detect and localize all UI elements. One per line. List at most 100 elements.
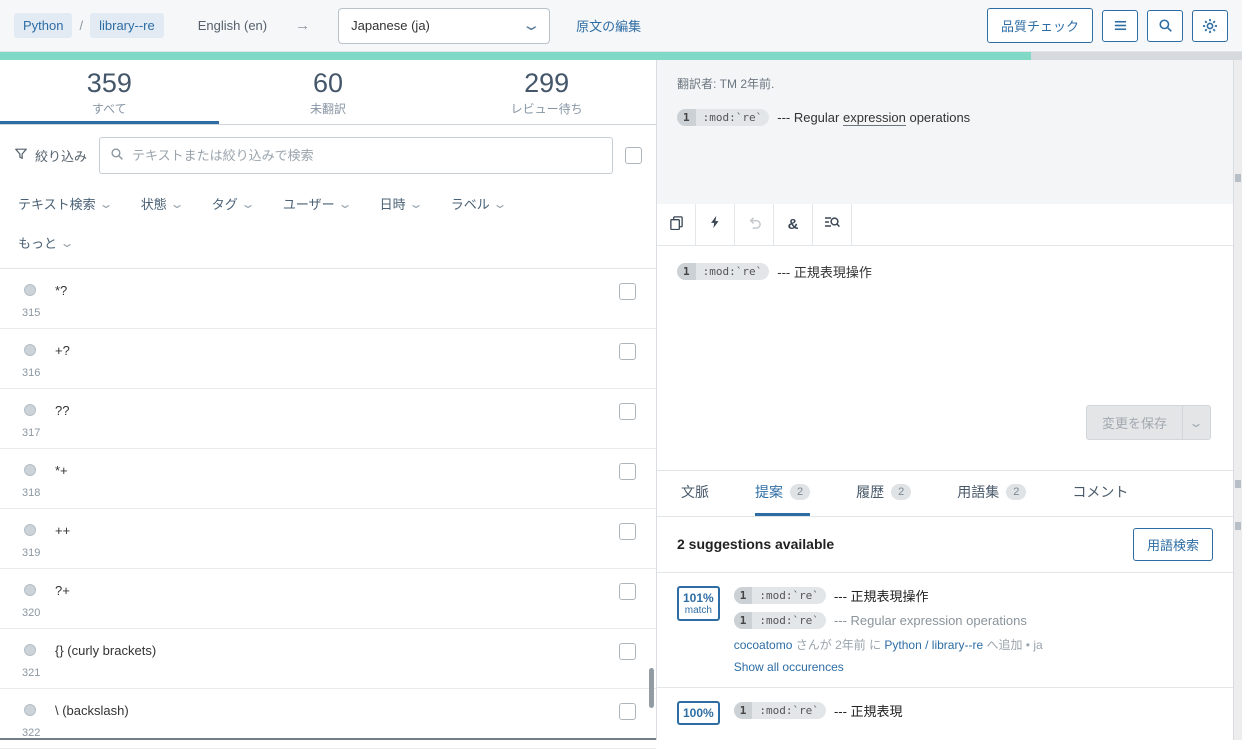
target-language-select[interactable]: Japanese (ja) ⌄ bbox=[338, 8, 550, 44]
tab-glossary[interactable]: 用語集 2 bbox=[957, 471, 1026, 516]
tab-untranslated[interactable]: 60 未翻訳 bbox=[219, 60, 438, 124]
tab-label: 文脈 bbox=[681, 482, 709, 502]
tab-context[interactable]: 文脈 bbox=[681, 471, 709, 516]
filter-button-label: 絞り込み bbox=[35, 146, 87, 165]
text-search-icon bbox=[824, 214, 840, 234]
string-id: 319 bbox=[22, 547, 40, 559]
string-checkbox[interactable] bbox=[619, 523, 636, 540]
bullet-icon: • bbox=[1026, 638, 1030, 652]
translation-editor[interactable]: 1 :mod:`re` --- 正規表現操作 変更を保存 ⌄ bbox=[657, 246, 1233, 471]
string-checkbox[interactable] bbox=[619, 703, 636, 720]
tab-count-badge: 2 bbox=[1006, 484, 1026, 500]
filter-status[interactable]: 状態 ⌄ bbox=[141, 190, 182, 217]
tab-waiting-review[interactable]: 299 レビュー待ち bbox=[437, 60, 656, 124]
undo-button[interactable] bbox=[735, 204, 774, 245]
string-checkbox[interactable] bbox=[619, 643, 636, 660]
suggestion-item[interactable]: 101% match 1 :mod:`re` --- 正規表現操作 1 :mod… bbox=[657, 572, 1233, 687]
breadcrumb-project[interactable]: Python bbox=[14, 13, 72, 38]
chevron-down-icon: ⌄ bbox=[337, 200, 352, 208]
gear-icon bbox=[1202, 18, 1218, 34]
filter-user[interactable]: ユーザー ⌄ bbox=[283, 190, 350, 217]
chevron-down-icon: ⌄ bbox=[240, 200, 255, 208]
tag-number: 1 bbox=[677, 109, 696, 126]
copy-icon bbox=[669, 215, 684, 234]
filter-label[interactable]: ラベル ⌄ bbox=[451, 190, 505, 217]
edit-source-link[interactable]: 原文の編集 bbox=[576, 16, 641, 35]
status-icon bbox=[24, 704, 36, 716]
editor-panel: 翻訳者: TM 2年前. 1 :mod:`re` --- Regular exp… bbox=[657, 60, 1233, 740]
string-id: 317 bbox=[22, 427, 40, 439]
string-checkbox[interactable] bbox=[619, 283, 636, 300]
source-text-post: operations bbox=[906, 110, 970, 125]
string-checkbox[interactable] bbox=[619, 403, 636, 420]
suggestion-body: 1 :mod:`re` --- 正規表現操作 1 :mod:`re` --- R… bbox=[734, 586, 1213, 674]
filter-text-search[interactable]: テキスト検索 ⌄ bbox=[18, 190, 111, 217]
search-icon bbox=[110, 147, 124, 164]
filter-button[interactable]: 絞り込み bbox=[14, 146, 87, 165]
scrollbar-mark bbox=[1235, 174, 1241, 182]
suggestion-meta: cocoatomo さんが 2年前 に Python / library--re… bbox=[734, 636, 1213, 653]
string-text: *+ bbox=[55, 463, 68, 478]
suggestions-header: 2 suggestions available 用語検索 bbox=[657, 517, 1233, 572]
suggestion-item[interactable]: 100% 1 :mod:`re` --- 正規表現 bbox=[657, 687, 1233, 740]
string-text: ++ bbox=[55, 523, 70, 538]
string-list-item[interactable]: ++ 319 bbox=[0, 509, 656, 569]
breadcrumb-separator: / bbox=[79, 18, 83, 33]
concordance-search-button[interactable] bbox=[813, 204, 852, 245]
suggestion-body: 1 :mod:`re` --- 正規表現 bbox=[734, 701, 1213, 727]
string-list-item[interactable]: *? 315 bbox=[0, 269, 656, 329]
filter-tag[interactable]: タグ ⌄ bbox=[212, 190, 253, 217]
filter-date[interactable]: 日時 ⌄ bbox=[380, 190, 421, 217]
list-scrollbar[interactable] bbox=[649, 668, 654, 708]
tab-history[interactable]: 履歴 2 bbox=[856, 471, 911, 516]
search-input[interactable] bbox=[132, 148, 602, 163]
editor-toolbar: & bbox=[657, 204, 1233, 246]
suggestion-target-text: --- 正規表現操作 bbox=[834, 586, 929, 605]
tab-comments[interactable]: コメント bbox=[1072, 471, 1128, 516]
show-occurrences-link[interactable]: Show all occurences bbox=[734, 660, 844, 674]
machine-translation-button[interactable] bbox=[696, 204, 735, 245]
suggestion-resource-link[interactable]: Python / library--re bbox=[884, 638, 983, 652]
string-list-item[interactable]: ?+ 320 bbox=[0, 569, 656, 629]
filter-tabs: 359 すべて 60 未翻訳 299 レビュー待ち bbox=[0, 60, 656, 125]
tag-number: 1 bbox=[677, 263, 696, 280]
filter-more-row: もっと ⌄ bbox=[0, 219, 656, 268]
search-button[interactable] bbox=[1147, 10, 1183, 42]
breadcrumb-resource[interactable]: library--re bbox=[90, 13, 164, 38]
settings-button[interactable] bbox=[1192, 10, 1228, 42]
tab-suggestions[interactable]: 提案 2 bbox=[755, 471, 810, 516]
suggestions-count-text: 2 suggestions available bbox=[677, 536, 834, 552]
suggestion-user-link[interactable]: cocoatomo bbox=[734, 638, 793, 652]
string-list-item[interactable]: +? 316 bbox=[0, 329, 656, 389]
term-search-button[interactable]: 用語検索 bbox=[1133, 528, 1213, 561]
quality-check-button[interactable]: 品質チェック bbox=[987, 8, 1093, 43]
string-list-item[interactable]: ?? 317 bbox=[0, 389, 656, 449]
string-list-panel: 359 すべて 60 未翻訳 299 レビュー待ち 絞り込み bbox=[0, 60, 657, 740]
list-view-button[interactable] bbox=[1102, 10, 1138, 42]
status-icon bbox=[24, 464, 36, 476]
string-list-item[interactable]: *+ 318 bbox=[0, 449, 656, 509]
filter-more[interactable]: もっと ⌄ bbox=[18, 229, 72, 256]
topbar-actions: 品質チェック bbox=[987, 8, 1228, 43]
match-score-badge: 100% bbox=[677, 701, 720, 725]
search-filter-row: 絞り込み bbox=[0, 125, 656, 184]
tab-all-label: すべて bbox=[0, 100, 219, 117]
string-text: ?+ bbox=[55, 583, 70, 598]
copy-source-button[interactable] bbox=[657, 204, 696, 245]
tab-all[interactable]: 359 すべて bbox=[0, 60, 219, 124]
target-language-value: Japanese (ja) bbox=[351, 18, 430, 33]
lightning-icon bbox=[708, 215, 722, 233]
panel-scrollbar[interactable] bbox=[1233, 60, 1242, 740]
save-button[interactable]: 変更を保存 bbox=[1086, 405, 1183, 440]
special-characters-button[interactable]: & bbox=[774, 204, 813, 245]
tab-label: コメント bbox=[1072, 482, 1128, 502]
match-score-badge: 101% match bbox=[677, 586, 720, 621]
save-dropdown-button[interactable]: ⌄ bbox=[1183, 405, 1211, 440]
string-checkbox[interactable] bbox=[619, 583, 636, 600]
string-list-item[interactable]: {} (curly brackets) 321 bbox=[0, 629, 656, 689]
string-checkbox[interactable] bbox=[619, 463, 636, 480]
string-checkbox[interactable] bbox=[619, 343, 636, 360]
progress-bar-fill bbox=[0, 52, 1031, 60]
select-all-checkbox[interactable] bbox=[625, 147, 642, 164]
string-list-item[interactable]: \ (backslash) 322 bbox=[0, 689, 656, 749]
